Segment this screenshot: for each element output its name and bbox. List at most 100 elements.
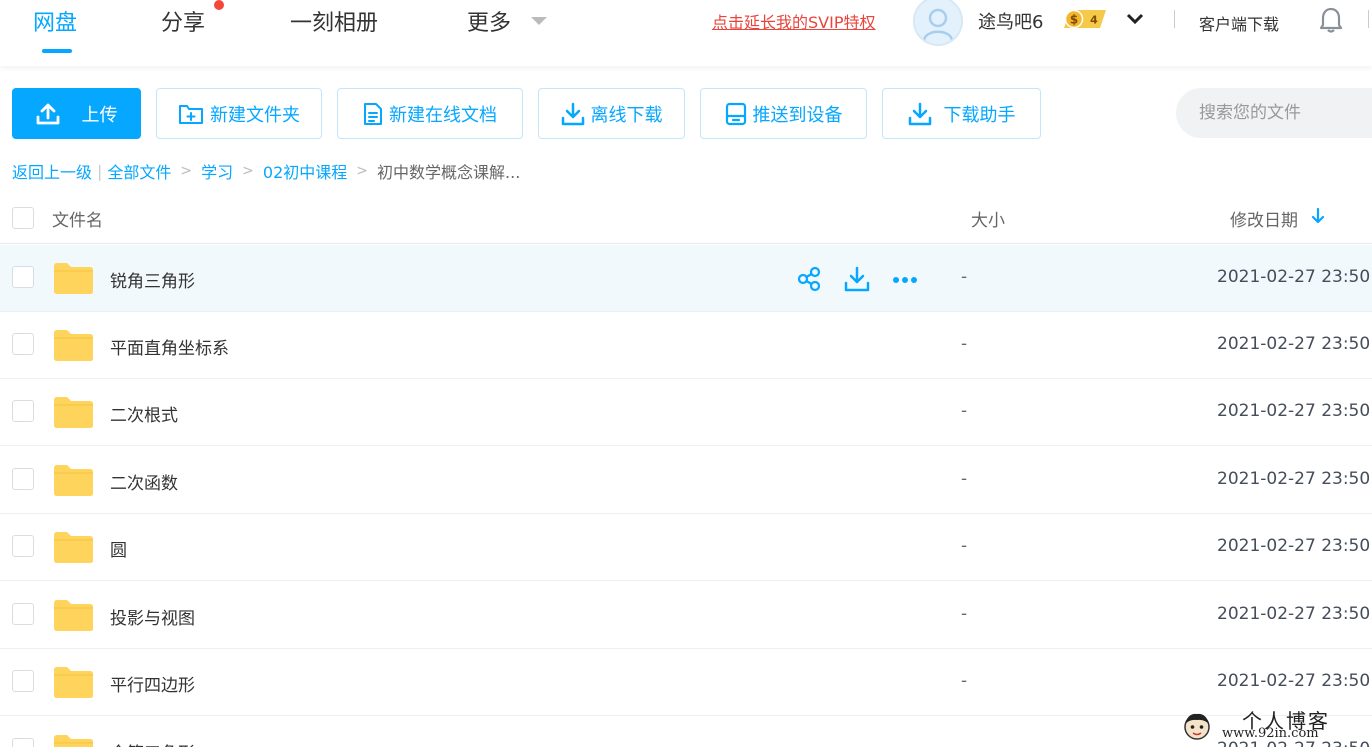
file-size: - [961, 671, 968, 691]
tab-more[interactable]: 更多 [467, 5, 511, 37]
file-date: 2021-02-27 23:50 [1217, 469, 1371, 489]
file-date: 2021-02-27 23:50 [1217, 536, 1371, 556]
file-date: 2021-02-27 23:50 [1217, 671, 1371, 691]
watermark-url: www.92in.com [1222, 726, 1319, 741]
new-online-doc-button[interactable]: 新建在线文档 [337, 88, 523, 139]
folder-icon [54, 600, 93, 631]
folder-icon [54, 465, 93, 496]
table-row[interactable]: 二次函数 - 2021-02-27 23:50 [0, 447, 1372, 514]
avatar[interactable] [913, 0, 963, 46]
folder-icon [54, 263, 93, 294]
file-name[interactable]: 二次函数 [110, 469, 178, 494]
username[interactable]: 途鸟吧6 [978, 8, 1043, 34]
tab-netdisk[interactable]: 网盘 [33, 5, 77, 37]
blog-watermark: 个人博客 www.92in.com [1176, 705, 1372, 747]
tab-album[interactable]: 一刻相册 [290, 5, 378, 37]
folder-icon [54, 735, 93, 747]
divider [1174, 10, 1175, 28]
row-checkbox[interactable] [12, 400, 34, 422]
table-row[interactable]: 平面直角坐标系 - 2021-02-27 23:50 [0, 312, 1372, 379]
row-checkbox[interactable] [12, 738, 34, 747]
breadcrumb-arrow: > [180, 163, 193, 179]
new-folder-label: 新建文件夹 [210, 104, 300, 126]
top-navigation: 网盘 分享 一刻相册 更多 点击延长我的SVIP特权 途鸟吧6 $ 4 客户端下… [0, 0, 1372, 66]
folder-icon [54, 330, 93, 361]
file-size: - [961, 267, 968, 287]
document-icon [364, 102, 382, 125]
folder-icon [54, 397, 93, 428]
breadcrumb-item[interactable]: 02初中课程 [263, 159, 347, 183]
breadcrumb: 返回上一级 | 全部文件 > 学习 > 02初中课程 > 初中数学概念课解... [12, 159, 520, 183]
file-name[interactable]: 二次根式 [110, 401, 178, 426]
divider [1368, 10, 1369, 28]
row-checkbox[interactable] [12, 670, 34, 692]
caret-down-icon[interactable] [531, 17, 547, 25]
file-list: 锐角三角形 - 2021-02-27 23:50 平面直角坐标系 - 2021-… [0, 245, 1372, 747]
vip-coin-icon[interactable]: $ 4 [1060, 9, 1110, 29]
table-row[interactable]: 圆 - 2021-02-27 23:50 [0, 514, 1372, 581]
offline-download-label: 离线下载 [590, 104, 663, 126]
breadcrumb-item[interactable]: 学习 [201, 159, 233, 183]
table-row[interactable]: 全等三角形 - 2021-02-27 23:50 [0, 717, 1372, 747]
column-header-size[interactable]: 大小 [971, 206, 1005, 231]
breadcrumb-back[interactable]: 返回上一级 [12, 159, 92, 183]
file-size: - [961, 739, 967, 747]
notification-dot [214, 0, 224, 10]
row-checkbox[interactable] [12, 266, 34, 288]
file-size: - [961, 469, 968, 489]
file-name[interactable]: 投影与视图 [110, 604, 195, 629]
vip-level: 4 [1090, 14, 1098, 27]
more-icon[interactable] [891, 265, 919, 293]
active-tab-indicator [42, 49, 72, 53]
new-folder-icon [179, 104, 203, 124]
table-row[interactable]: 投影与视图 - 2021-02-27 23:50 [0, 582, 1372, 649]
file-name[interactable]: 平行四边形 [110, 671, 195, 696]
mascot-logo-icon [1184, 713, 1210, 740]
table-row[interactable]: 平行四边形 - 2021-02-27 23:50 [0, 649, 1372, 716]
sort-desc-icon[interactable] [1310, 206, 1326, 226]
folder-icon [54, 667, 93, 698]
column-header-date[interactable]: 修改日期 [1230, 206, 1298, 231]
svg-text:$: $ [1070, 13, 1078, 27]
svip-renew-link[interactable]: 点击延长我的SVIP特权 [712, 9, 875, 33]
push-to-device-button[interactable]: 推送到设备 [700, 88, 867, 139]
table-row[interactable]: 锐角三角形 - 2021-02-27 23:50 [0, 245, 1372, 312]
row-checkbox[interactable] [12, 535, 34, 557]
file-size: - [961, 401, 968, 421]
client-download-link[interactable]: 客户端下载 [1199, 11, 1279, 35]
breadcrumb-arrow: > [242, 163, 254, 179]
tab-share[interactable]: 分享 [161, 5, 205, 37]
file-date: 2021-02-27 23:50 [1217, 267, 1371, 287]
avatar-placeholder-icon [915, 0, 961, 44]
file-name[interactable]: 锐角三角形 [110, 267, 195, 292]
select-all-checkbox[interactable] [12, 207, 34, 229]
new-folder-button[interactable]: 新建文件夹 [156, 88, 322, 139]
download-icon [561, 102, 584, 125]
chevron-down-icon[interactable] [1124, 8, 1146, 30]
folder-icon [54, 532, 93, 563]
file-name[interactable]: 全等三角形 [110, 739, 195, 747]
upload-button[interactable]: 上传 [12, 88, 141, 139]
row-checkbox[interactable] [12, 333, 34, 355]
column-header-name[interactable]: 文件名 [52, 206, 103, 231]
search-input[interactable] [1176, 88, 1372, 138]
file-list-header: 文件名 大小 修改日期 [0, 188, 1372, 244]
breadcrumb-current: 初中数学概念课解... [377, 163, 521, 182]
row-checkbox[interactable] [12, 468, 34, 490]
download-icon[interactable] [843, 265, 871, 293]
download-helper-button[interactable]: 下载助手 [882, 88, 1041, 139]
table-row[interactable]: 二次根式 - 2021-02-27 23:50 [0, 379, 1372, 446]
device-icon [725, 102, 746, 125]
file-size: - [961, 334, 968, 354]
breadcrumb-item[interactable]: 全部文件 [107, 159, 171, 183]
push-to-device-label: 推送到设备 [752, 104, 843, 126]
bell-icon[interactable] [1318, 6, 1344, 34]
upload-icon [36, 103, 59, 124]
file-name[interactable]: 圆 [110, 536, 127, 561]
download-helper-label: 下载助手 [943, 104, 1016, 126]
file-name[interactable]: 平面直角坐标系 [110, 334, 229, 359]
row-checkbox[interactable] [12, 603, 34, 625]
file-date: 2021-02-27 23:50 [1217, 334, 1371, 354]
offline-download-button[interactable]: 离线下载 [538, 88, 685, 139]
share-icon[interactable] [795, 265, 823, 293]
